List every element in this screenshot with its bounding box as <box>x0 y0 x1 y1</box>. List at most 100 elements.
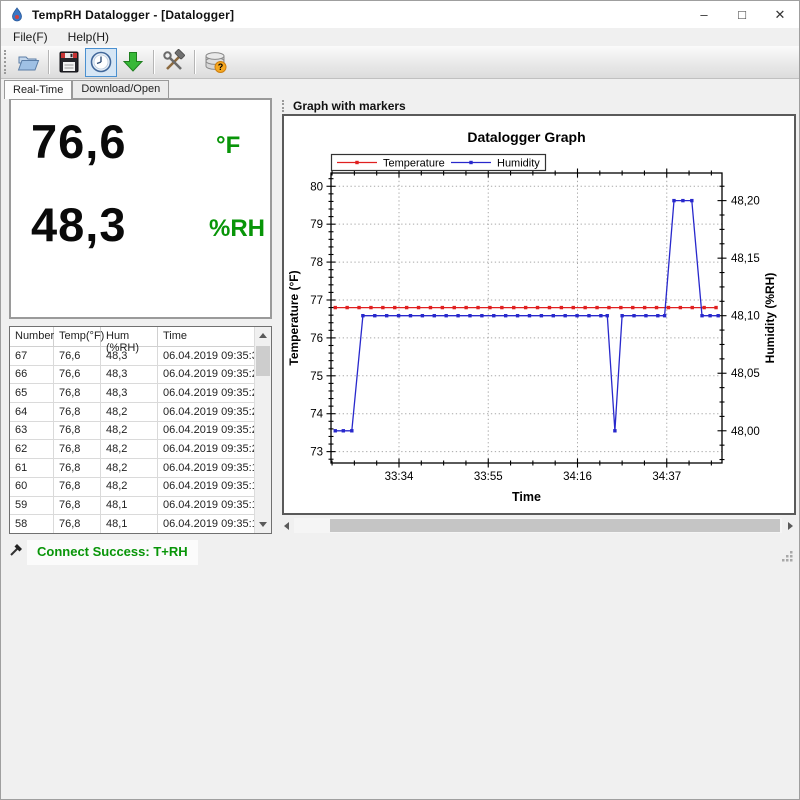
svg-text:Humidity (%RH): Humidity (%RH) <box>763 273 777 364</box>
download-arrow-icon <box>120 49 146 75</box>
menu-bar: File(F) Help(H) <box>1 28 799 46</box>
save-button[interactable] <box>53 48 85 77</box>
status-message-chip: Connect Success: T+RH <box>27 540 198 565</box>
download-button[interactable] <box>117 48 149 77</box>
scroll-left-icon[interactable] <box>278 518 294 533</box>
tab-real-time[interactable]: Real-Time <box>4 80 72 99</box>
svg-text:Time: Time <box>512 490 541 504</box>
table-cell: 48,2 <box>101 440 158 458</box>
table-cell: 06.04.2019 09:35:29 <box>158 366 254 384</box>
graph-horizontal-scrollbar[interactable] <box>278 518 798 533</box>
table-row[interactable]: 6776,648,306.04.2019 09:35:31 <box>10 347 254 366</box>
table-cell: 76,6 <box>54 347 101 365</box>
svg-text:34:16: 34:16 <box>563 471 592 483</box>
col-header-hum[interactable]: Hum (%RH) <box>101 327 158 346</box>
svg-text:79: 79 <box>310 219 323 231</box>
table-cell: 66 <box>10 366 54 384</box>
table-cell: 06.04.2019 09:35:23 <box>158 422 254 440</box>
maximize-button[interactable]: □ <box>723 1 761 28</box>
menu-file[interactable]: File(F) <box>5 29 56 45</box>
table-row[interactable]: 5976,848,106.04.2019 09:35:14 <box>10 497 254 516</box>
open-file-button[interactable] <box>12 48 44 77</box>
app-icon <box>9 7 25 23</box>
window-title: TempRH Datalogger - [Datalogger] <box>32 8 234 22</box>
table-cell: 58 <box>10 515 54 533</box>
table-cell: 76,8 <box>54 384 101 402</box>
table-cell: 06.04.2019 09:35:14 <box>158 497 254 515</box>
tools-icon <box>161 49 187 75</box>
table-cell: 64 <box>10 403 54 421</box>
realtime-clock-button[interactable] <box>85 48 117 77</box>
graph-box: 33:3433:5534:1634:37737475767778798048,0… <box>282 114 796 515</box>
save-floppy-icon <box>56 49 82 75</box>
clock-icon <box>88 49 114 75</box>
table-cell: 76,8 <box>54 515 101 533</box>
col-header-temp[interactable]: Temp(°F) <box>54 327 101 346</box>
svg-text:48,15: 48,15 <box>731 253 760 265</box>
toolbar-grip[interactable] <box>4 50 8 74</box>
table-cell: 76,8 <box>54 422 101 440</box>
svg-text:48,10: 48,10 <box>731 311 760 323</box>
table-cell: 06.04.2019 09:35:31 <box>158 347 254 365</box>
app-window: TempRH Datalogger - [Datalogger] – □ ✕ F… <box>0 0 800 800</box>
table-row[interactable]: 6076,848,206.04.2019 09:35:16 <box>10 478 254 497</box>
table-body: 6776,648,306.04.2019 09:35:316676,648,30… <box>10 347 254 533</box>
menu-help[interactable]: Help(H) <box>60 29 117 45</box>
table-row[interactable]: 6276,848,206.04.2019 09:35:21 <box>10 440 254 459</box>
connection-icon <box>9 542 25 558</box>
title-bar: TempRH Datalogger - [Datalogger] – □ ✕ <box>1 1 799 28</box>
table-cell: 06.04.2019 09:35:16 <box>158 478 254 496</box>
table-cell: 48,3 <box>101 366 158 384</box>
table-cell: 48,3 <box>101 347 158 365</box>
tab-download-open[interactable]: Download/Open <box>72 80 169 98</box>
table-cell: 06.04.2019 09:35:25 <box>158 403 254 421</box>
database-help-button[interactable]: ? <box>199 48 231 77</box>
table-cell: 06.04.2019 09:35:27 <box>158 384 254 402</box>
toolbar: ? <box>1 46 799 79</box>
svg-text:80: 80 <box>310 181 323 193</box>
window-controls: – □ ✕ <box>685 1 799 28</box>
table-row[interactable]: 5876,848,106.04.2019 09:35:12 <box>10 515 254 533</box>
toolbar-separator <box>194 50 195 74</box>
graph-panel-grip[interactable] <box>282 100 286 112</box>
table-cell: 48,2 <box>101 459 158 477</box>
scroll-up-icon[interactable] <box>255 327 271 344</box>
minimize-button[interactable]: – <box>685 1 723 28</box>
table-row[interactable]: 6676,648,306.04.2019 09:35:29 <box>10 366 254 385</box>
close-button[interactable]: ✕ <box>761 1 799 28</box>
scrollbar-thumb[interactable] <box>330 519 780 532</box>
col-header-time[interactable]: Time <box>158 327 254 346</box>
svg-text:77: 77 <box>310 295 323 307</box>
temperature-value: 76,6 <box>31 114 126 169</box>
scroll-down-icon[interactable] <box>255 516 271 533</box>
table-cell: 63 <box>10 422 54 440</box>
table-row[interactable]: 6476,848,206.04.2019 09:35:25 <box>10 403 254 422</box>
table-row[interactable]: 6576,848,306.04.2019 09:35:27 <box>10 384 254 403</box>
table-cell: 65 <box>10 384 54 402</box>
toolbar-separator <box>153 50 154 74</box>
table-row[interactable]: 6176,848,206.04.2019 09:35:18 <box>10 459 254 478</box>
table-cell: 67 <box>10 347 54 365</box>
humidity-unit: %RH <box>209 215 265 243</box>
svg-text:33:55: 33:55 <box>474 471 503 483</box>
scroll-right-icon[interactable] <box>782 518 798 533</box>
svg-text:76: 76 <box>310 333 323 345</box>
toolbar-separator <box>48 50 49 74</box>
humidity-value: 48,3 <box>31 197 126 252</box>
scrollbar-thumb[interactable] <box>256 346 270 376</box>
settings-tools-button[interactable] <box>158 48 190 77</box>
svg-text:48,20: 48,20 <box>731 196 760 208</box>
table-cell: 48,2 <box>101 422 158 440</box>
table-cell: 62 <box>10 440 54 458</box>
readout-panel: 76,6 °F 48,3 %RH <box>9 98 272 319</box>
table-cell: 48,2 <box>101 403 158 421</box>
col-header-number[interactable]: Number <box>10 327 54 346</box>
svg-text:Datalogger Graph: Datalogger Graph <box>467 129 585 145</box>
svg-text:48,00: 48,00 <box>731 426 760 438</box>
table-cell: 48,1 <box>101 497 158 515</box>
table-row[interactable]: 6376,848,206.04.2019 09:35:23 <box>10 422 254 441</box>
table-cell: 48,3 <box>101 384 158 402</box>
table-vertical-scrollbar[interactable] <box>254 327 271 533</box>
resize-grip-icon[interactable] <box>780 549 794 563</box>
table-cell: 76,8 <box>54 478 101 496</box>
